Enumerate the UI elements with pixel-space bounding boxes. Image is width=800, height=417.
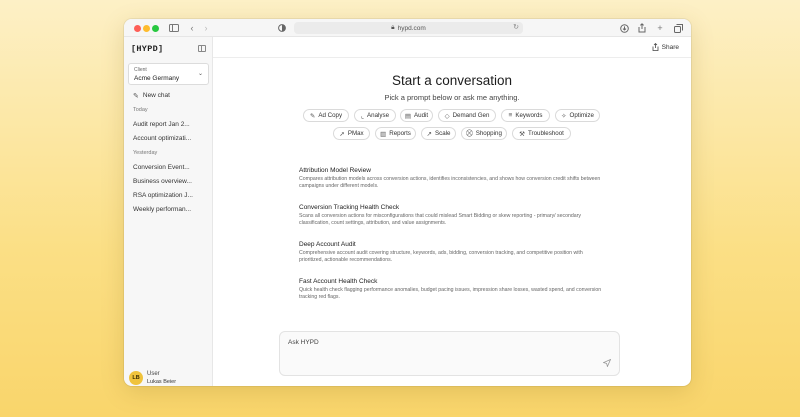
share-page-icon[interactable] <box>636 22 648 34</box>
zoom-window-button[interactable] <box>152 25 159 32</box>
sidebar: [HYPD] Client Acme Germany ⌄ ✎ New chat … <box>124 37 213 386</box>
share-label: Share <box>661 43 679 51</box>
chip-label: Demand Gen <box>452 112 490 119</box>
trend-icon: ↗ <box>426 130 432 138</box>
chip-label: Troubleshoot <box>527 130 564 137</box>
chip-keywords[interactable]: ≡ Keywords <box>501 109 550 122</box>
clipboard-icon: ▤ <box>404 112 412 120</box>
chevron-down-icon: ⌄ <box>197 71 203 77</box>
chip-label: PMax <box>347 130 364 137</box>
bar-chart-icon: ▥ <box>380 130 387 138</box>
wrench-icon: ⚒ <box>519 130 525 138</box>
prompt-description: Quick health check flagging performance … <box>299 287 602 301</box>
chip-label: Optimize <box>569 112 594 119</box>
user-role: User <box>147 371 160 377</box>
forward-icon[interactable]: › <box>200 22 212 34</box>
prompt-description: Comprehensive account audit covering str… <box>299 250 583 264</box>
header-divider <box>213 57 691 58</box>
chat-history-item[interactable]: Audit report Jan 2... <box>133 121 205 128</box>
prompt-card[interactable]: Fast Account Health Check Quick health c… <box>299 278 604 301</box>
close-window-button[interactable] <box>134 25 141 32</box>
prompt-title: Fast Account Health Check <box>299 278 378 285</box>
chip-label: Ad Copy <box>318 112 343 119</box>
chip-demand-gen[interactable]: ◇ Demand Gen <box>438 109 496 122</box>
chip-pmax[interactable]: ➚ PMax <box>333 127 370 140</box>
browser-window: ‹ › 🔒︎ hypd.com ↻ + [HYPD] Client Acme G… <box>124 19 691 386</box>
chip-ad-copy[interactable]: ✎ Ad Copy <box>303 109 349 122</box>
avatar: LB <box>129 371 143 385</box>
url-text: hypd.com <box>397 24 426 32</box>
chip-label: Reports <box>389 130 411 137</box>
prompt-description: Compares attribution models across conve… <box>299 176 601 190</box>
prompt-title: Attribution Model Review <box>299 167 371 174</box>
chip-label: Scale <box>434 130 451 137</box>
prompt-description: Scans all conversion actions for misconf… <box>299 213 581 227</box>
prompt-title: Conversion Tracking Health Check <box>299 204 400 211</box>
chip-troubleshoot[interactable]: ⚒ Troubleshoot <box>512 127 571 140</box>
page-subtitle: Pick a prompt below or ask me anything. <box>384 93 520 102</box>
rocket-icon: ➚ <box>339 130 345 138</box>
browser-toolbar: ‹ › 🔒︎ hypd.com ↻ + <box>124 19 691 37</box>
privacy-shield-icon[interactable] <box>276 22 288 34</box>
section-label-yesterday: Yesterday <box>133 150 158 156</box>
chat-history-item[interactable]: RSA optimization J... <box>133 192 205 199</box>
new-chat-label: New chat <box>142 92 170 99</box>
prompt-card[interactable]: Conversion Tracking Health Check Scans a… <box>299 204 604 227</box>
chat-history-item[interactable]: Business overview... <box>133 178 205 185</box>
chip-analyse[interactable]: ⌞ Analyse <box>354 109 396 122</box>
chip-audit[interactable]: ▤ Audit <box>400 109 433 122</box>
prompt-card[interactable]: Deep Account Audit Comprehensive account… <box>299 241 604 264</box>
chat-input[interactable]: Ask HYPD <box>288 339 319 346</box>
chart-icon: ⌞ <box>360 112 365 120</box>
chat-input-box[interactable]: Ask HYPD <box>279 331 620 376</box>
chip-label: Shopping <box>475 130 502 137</box>
edit-icon: ✎ <box>133 92 139 100</box>
list-icon: ≡ <box>508 112 513 119</box>
chip-optimize[interactable]: ✧ Optimize <box>555 109 600 122</box>
share-button[interactable]: Share <box>652 43 679 51</box>
user-profile[interactable]: LB User Lukas Beier <box>129 371 209 386</box>
chip-shopping[interactable]: ⛒ Shopping <box>461 127 507 140</box>
cart-icon: ⛒ <box>466 129 473 137</box>
tag-icon: ◇ <box>444 112 450 120</box>
chip-scale[interactable]: ↗ Scale <box>421 127 456 140</box>
page-title: Start a conversation <box>391 73 513 88</box>
chat-history-item[interactable]: Account optimizati... <box>133 135 205 142</box>
send-icon[interactable] <box>602 358 612 369</box>
client-value: Acme Germany <box>134 75 180 82</box>
client-label: Client <box>134 67 147 73</box>
chip-label: Analyse <box>367 112 390 119</box>
minimize-window-button[interactable] <box>143 25 150 32</box>
download-icon[interactable] <box>618 22 630 34</box>
chip-label: Keywords <box>515 112 543 119</box>
address-bar[interactable]: 🔒︎ hypd.com ↻ <box>294 22 523 34</box>
client-selector[interactable]: Client Acme Germany ⌄ <box>128 63 209 85</box>
pencil-icon: ✎ <box>309 112 316 120</box>
logo: [HYPD] <box>131 44 164 54</box>
tab-overview-icon[interactable] <box>672 22 684 34</box>
share-icon <box>652 43 659 51</box>
prompt-card[interactable]: Attribution Model Review Compares attrib… <box>299 167 604 190</box>
user-name: Lukas Beier <box>147 379 177 385</box>
section-label-today: Today <box>133 107 148 113</box>
back-icon[interactable]: ‹ <box>186 22 198 34</box>
new-tab-icon[interactable]: + <box>654 22 666 34</box>
reload-icon[interactable]: ↻ <box>513 23 519 31</box>
chat-history-item[interactable]: Weekly performan... <box>133 206 205 213</box>
collapse-sidebar-icon[interactable] <box>198 45 206 52</box>
prompt-title: Deep Account Audit <box>299 241 356 248</box>
sparkle-icon: ✧ <box>561 112 567 120</box>
chip-reports[interactable]: ▥ Reports <box>375 127 416 140</box>
sidebar-toggle-icon[interactable] <box>168 22 180 34</box>
new-chat-button[interactable]: ✎ New chat <box>128 89 209 102</box>
chip-label: Audit <box>414 112 429 119</box>
chat-history-item[interactable]: Conversion Event... <box>133 164 205 171</box>
lock-icon: 🔒︎ <box>391 24 395 31</box>
